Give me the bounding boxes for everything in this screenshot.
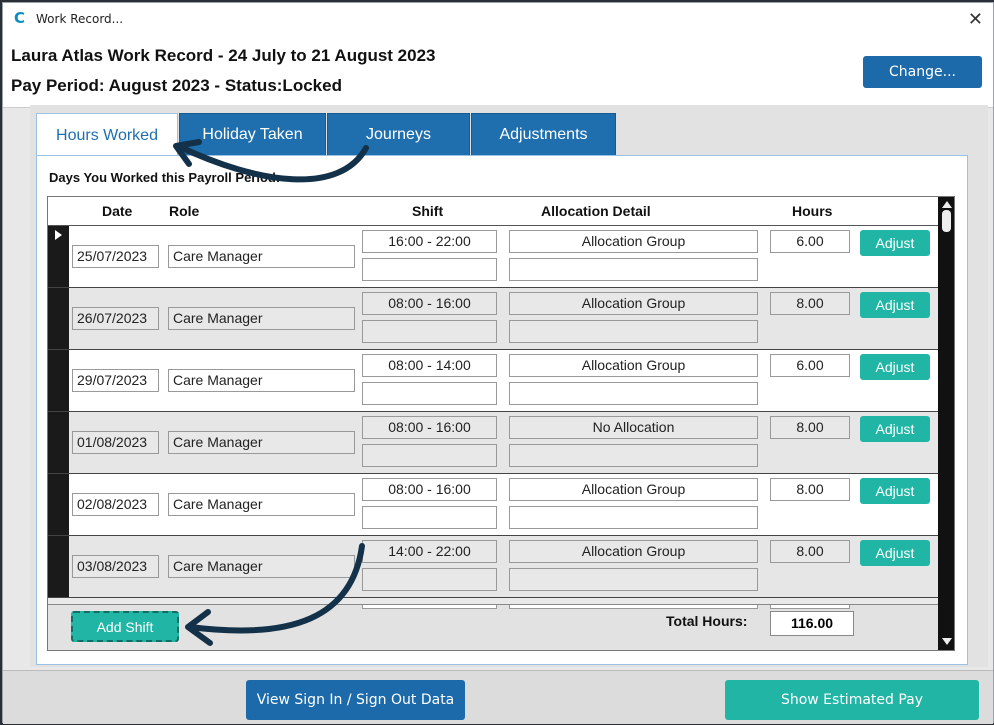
row-selector[interactable] [48,226,69,287]
scroll-up-icon[interactable] [942,201,952,208]
adjust-button[interactable]: Adjust [860,354,930,380]
shifts-grid: Date Role Shift Allocation Detail Hours … [47,196,955,651]
shift-extra-field[interactable] [362,258,497,281]
record-header: Laura Atlas Work Record - 24 July to 21 … [3,36,993,108]
tab-hours-worked[interactable]: Hours Worked [36,113,178,158]
section-label: Days You Worked this Payroll Period: [49,170,281,185]
row-selector[interactable] [48,350,69,411]
vertical-scrollbar[interactable] [938,197,954,650]
hours-worked-content: Days You Worked this Payroll Period: Dat… [36,155,968,665]
tab-holiday-taken[interactable]: Holiday Taken [179,113,326,156]
hours-field[interactable]: 8.00 [770,416,850,439]
row-selector[interactable] [48,288,69,349]
allocation-field[interactable]: Allocation Group [509,478,758,501]
grid-footer: Add Shift Total Hours: 116.00 [48,604,938,650]
shift-extra-field[interactable] [362,320,497,343]
allocation-extra-field[interactable] [509,382,758,405]
allocation-field[interactable]: Allocation Group [509,292,758,315]
scroll-down-icon[interactable] [942,638,952,645]
row-selector[interactable] [48,536,69,597]
shift-extra-field[interactable] [362,506,497,529]
shift-field[interactable]: 14:00 - 22:00 [362,540,497,563]
shift-extra-field[interactable] [362,444,497,467]
adjust-button[interactable]: Adjust [860,478,930,504]
allocation-extra-field[interactable] [509,568,758,591]
role-field[interactable]: Care Manager [168,493,355,516]
tab-journeys[interactable]: Journeys [327,113,470,156]
table-row[interactable]: 25/07/2023 Care Manager 16:00 - 22:00 Al… [48,226,938,288]
hours-field[interactable]: 8.00 [770,292,850,315]
allocation-extra-field[interactable] [509,506,758,529]
date-field[interactable]: 03/08/2023 [72,555,159,578]
shift-field[interactable]: 16:00 - 22:00 [362,230,497,253]
view-sign-in-out-button[interactable]: View Sign In / Sign Out Data [246,680,465,720]
row-selector[interactable] [48,474,69,535]
shift-field[interactable]: 08:00 - 16:00 [362,292,497,315]
hours-field[interactable]: 6.00 [770,354,850,377]
shift-field[interactable]: 08:00 - 16:00 [362,416,497,439]
scroll-thumb[interactable] [942,210,951,232]
shift-field[interactable]: 08:00 - 16:00 [362,478,497,501]
adjust-button[interactable]: Adjust [860,540,930,566]
record-title: Laura Atlas Work Record - 24 July to 21 … [11,46,436,65]
date-field[interactable]: 25/07/2023 [72,245,159,268]
next-row-hours-peek [770,605,850,609]
date-field[interactable]: 01/08/2023 [72,431,159,454]
allocation-extra-field[interactable] [509,320,758,343]
role-field[interactable]: Care Manager [168,369,355,392]
add-shift-button[interactable]: Add Shift [71,611,179,642]
table-row[interactable]: 03/08/2023 Care Manager 14:00 - 22:00 Al… [48,536,938,598]
column-header-role: Role [169,203,200,219]
tab-bar: Hours Worked Holiday Taken Journeys Adju… [36,113,617,158]
table-row[interactable]: 29/07/2023 Care Manager 08:00 - 14:00 Al… [48,350,938,412]
role-field[interactable]: Care Manager [168,245,355,268]
role-field[interactable]: Care Manager [168,431,355,454]
show-estimated-pay-button[interactable]: Show Estimated Pay [725,680,979,720]
allocation-field[interactable]: Allocation Group [509,354,758,377]
allocation-field[interactable]: Allocation Group [509,540,758,563]
adjust-button[interactable]: Adjust [860,416,930,442]
title-bar: C Work Record... ✕ [3,3,993,36]
shift-extra-field[interactable] [362,382,497,405]
allocation-field[interactable]: Allocation Group [509,230,758,253]
bottom-action-bar: View Sign In / Sign Out Data Show Estima… [3,670,993,724]
adjust-button[interactable]: Adjust [860,230,930,256]
role-field[interactable]: Care Manager [168,307,355,330]
adjust-button[interactable]: Adjust [860,292,930,318]
date-field[interactable]: 29/07/2023 [72,369,159,392]
hours-field[interactable]: 8.00 [770,540,850,563]
allocation-field[interactable]: No Allocation [509,416,758,439]
hours-field[interactable]: 8.00 [770,478,850,501]
next-row-shift-peek [362,605,497,609]
date-field[interactable]: 26/07/2023 [72,307,159,330]
allocation-extra-field[interactable] [509,444,758,467]
role-field[interactable]: Care Manager [168,555,355,578]
table-row[interactable]: 01/08/2023 Care Manager 08:00 - 16:00 No… [48,412,938,474]
tab-adjustments[interactable]: Adjustments [471,113,616,156]
close-icon[interactable]: ✕ [968,9,983,30]
table-row[interactable]: 02/08/2023 Care Manager 08:00 - 16:00 Al… [48,474,938,536]
window-title: Work Record... [36,12,124,26]
current-row-pointer-icon [55,230,62,240]
column-header-hours: Hours [792,203,833,219]
total-hours-value: 116.00 [770,611,854,636]
app-logo-icon: C [14,9,26,27]
allocation-extra-field[interactable] [509,258,758,281]
total-hours-label: Total Hours: [666,613,748,629]
row-selector[interactable] [48,412,69,473]
shift-field[interactable]: 08:00 - 14:00 [362,354,497,377]
table-row[interactable]: 26/07/2023 Care Manager 08:00 - 16:00 Al… [48,288,938,350]
pay-period-status: Pay Period: August 2023 - Status:Locked [11,76,342,95]
column-header-date: Date [102,203,133,219]
shift-extra-field[interactable] [362,568,497,591]
date-field[interactable]: 02/08/2023 [72,493,159,516]
change-button[interactable]: Change... [863,56,982,88]
grid-header: Date Role Shift Allocation Detail Hours [48,197,938,226]
column-header-shift: Shift [412,203,444,219]
hours-field[interactable]: 6.00 [770,230,850,253]
column-header-allocation: Allocation Detail [541,203,651,219]
next-row-allocation-peek [509,605,758,609]
